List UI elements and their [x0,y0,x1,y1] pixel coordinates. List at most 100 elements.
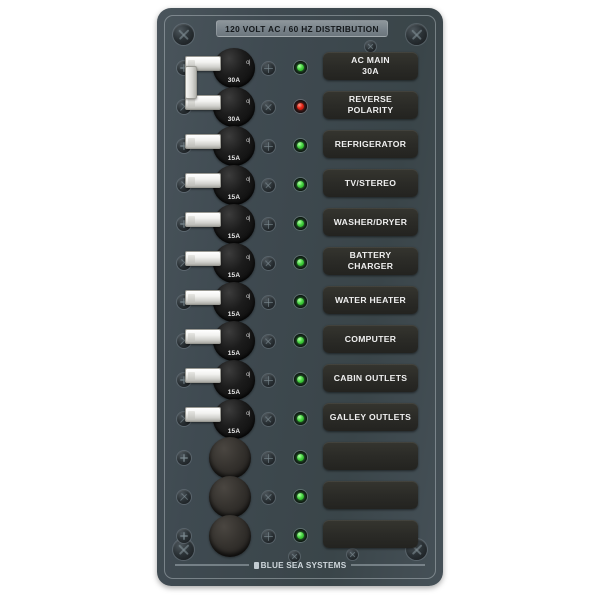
blank-filler-cap-13 [209,515,251,557]
screw-mid-12 [262,491,275,504]
screw-mid-4 [262,179,275,192]
led-indicator-13 [294,529,307,542]
screw-left-12 [177,490,191,504]
breaker-toggle-10[interactable] [185,407,221,422]
led-lens-11 [297,454,304,461]
panel-title-badge: 120 VOLT AC / 60 HZ DISTRIBUTION [216,20,388,37]
circuit-label-2-line2: POLARITY [347,105,394,115]
led-lens-9 [297,376,304,383]
brand-name: BLUE SEA SYSTEMS [260,560,347,570]
breaker-rating-9: 15A [227,389,241,396]
circuit-label-2-line1: REVERSE [348,94,393,104]
circuit-label-8: COMPUTER [323,325,418,353]
screw-mid-13 [262,530,275,543]
screw-mid-1 [262,62,275,75]
breaker-rating-2: 30A [227,116,241,123]
circuit-label-6-line2: CHARGER [347,261,394,271]
panel-title-text: 120 VOLT AC / 60 HZ DISTRIBUTION [225,23,379,34]
led-lens-8 [297,337,304,344]
breaker-rating-6: 15A [227,272,241,279]
led-indicator-8 [294,334,307,347]
blank-filler-cap-12 [209,476,251,518]
led-lens-7 [297,298,304,305]
screw-mid-7 [262,296,275,309]
circuit-label-5-line1: WASHER/DRYER [333,216,408,227]
screw-label-strip-bottom-right [347,549,358,560]
screw-corner-top-left [173,24,194,45]
screenshot-stage: 120 VOLT AC / 60 HZ DISTRIBUTION o| 30A … [0,0,600,600]
led-lens-2 [297,103,304,110]
circuit-label-10-line1: GALLEY OUTLETS [329,411,412,422]
led-indicator-3 [294,139,307,152]
circuit-label-7-line1: WATER HEATER [334,294,407,305]
screw-mid-5 [262,218,275,231]
led-lens-4 [297,181,304,188]
led-indicator-1 [294,61,307,74]
led-lens-5 [297,220,304,227]
footer-rule-right [351,564,426,566]
circuit-label-5: WASHER/DRYER [323,208,418,236]
circuit-label-3-line1: REFRIGERATOR [334,138,407,149]
breaker-rating-7: 15A [227,311,241,318]
led-indicator-5 [294,217,307,230]
led-indicator-10 [294,412,307,425]
footer-rule-left [175,564,249,566]
led-indicator-6 [294,256,307,269]
breaker-marks-7: o| [246,294,250,300]
screw-mid-8 [262,335,275,348]
led-lens-12 [297,493,304,500]
circuit-label-6: BATTERY CHARGER [323,247,418,275]
breaker-marks-2: o| [246,99,250,105]
screw-left-13 [177,529,191,543]
breaker-marks-8: o| [246,333,250,339]
brand-mark: BLUE SEA SYSTEMS [253,560,347,570]
led-lens-6 [297,259,304,266]
breaker-marks-3: o| [246,138,250,144]
screw-mid-6 [262,257,275,270]
circuit-label-9: CABIN OUTLETS [323,364,418,392]
circuit-label-1: AC MAIN 30A [323,52,418,80]
circuit-label-1-line2: 30A [362,66,379,76]
led-indicator-7 [294,295,307,308]
led-lens-13 [297,532,304,539]
breaker-rating-10: 15A [227,428,241,435]
breaker-marks-1: o| [246,60,250,66]
breaker-gang-tie-bar[interactable] [185,66,197,99]
breaker-rating-3: 15A [227,155,241,162]
breaker-marks-5: o| [246,216,250,222]
breaker-rating-8: 15A [227,350,241,357]
breaker-toggle-5[interactable] [185,212,221,227]
screw-mid-3 [262,140,275,153]
circuit-label-11 [323,442,418,470]
breaker-toggle-9[interactable] [185,368,221,383]
circuit-label-4: TV/STEREO [323,169,418,197]
screw-mid-2 [262,101,275,114]
breaker-marks-4: o| [246,177,250,183]
led-lens-1 [297,64,304,71]
blank-filler-cap-11 [209,437,251,479]
blue-sea-logo-icon [253,561,259,569]
screw-mid-10 [262,413,275,426]
breaker-toggle-6[interactable] [185,251,221,266]
circuit-label-10: GALLEY OUTLETS [323,403,418,431]
breaker-rating-1: 30A [227,77,241,84]
circuit-label-8-line1: COMPUTER [344,333,397,344]
circuit-label-4-line1: TV/STEREO [344,177,397,188]
breaker-toggle-4[interactable] [185,173,221,188]
led-indicator-11 [294,451,307,464]
screw-mid-9 [262,374,275,387]
breaker-toggle-7[interactable] [185,290,221,305]
screw-mid-11 [262,452,275,465]
breaker-toggle-8[interactable] [185,329,221,344]
circuit-label-6-line1: BATTERY [349,250,392,260]
breaker-toggle-3[interactable] [185,134,221,149]
circuit-label-9-line1: CABIN OUTLETS [333,372,408,383]
screw-label-strip-top [365,41,376,52]
circuit-label-2: REVERSE POLARITY [323,91,418,119]
breaker-marks-6: o| [246,255,250,261]
led-indicator-12 [294,490,307,503]
breaker-rating-5: 15A [227,233,241,240]
breaker-marks-10: o| [246,411,250,417]
screw-corner-top-right [406,24,427,45]
electrical-distribution-panel: 120 VOLT AC / 60 HZ DISTRIBUTION o| 30A … [157,8,443,586]
